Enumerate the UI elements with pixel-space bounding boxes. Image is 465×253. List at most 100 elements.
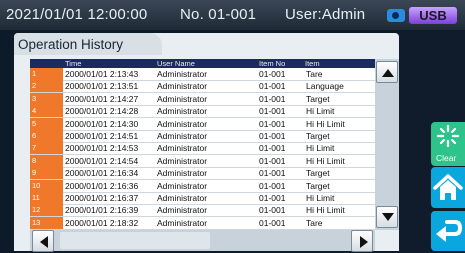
camera-icon [387, 9, 405, 22]
cell-user: Administrator [157, 106, 208, 117]
cell-user: Administrator [157, 69, 208, 79]
cell-time: 2000/01/01 2:13:43 [65, 69, 139, 79]
clear-label: Clear [436, 153, 457, 163]
row-number: 6 [30, 130, 63, 142]
cell-item: Tare [306, 217, 323, 228]
cell-item-no: 01-001 [259, 180, 286, 191]
row-number: 9 [30, 167, 63, 180]
table-row[interactable]: 13 2000/01/01 2:18:32 Administrator 01-001 T… [30, 216, 375, 230]
scroll-up-button[interactable] [376, 61, 398, 83]
datetime-text: 2021/01/01 12:00:00 [6, 6, 148, 23]
cell-item-no: 01-001 [259, 217, 286, 228]
cell-item-no: 01-001 [259, 106, 286, 117]
cell-item: Target [306, 131, 330, 141]
cell-user: Administrator [157, 168, 208, 179]
cell-user: Administrator [157, 143, 208, 154]
cell-item-no: 01-001 [259, 118, 286, 129]
cell-item: Hi Limit [306, 193, 335, 203]
cell-time: 2000/01/01 2:14:30 [65, 118, 139, 129]
cell-time: 2000/01/01 2:13:51 [65, 81, 139, 92]
panel-title-tab: Operation History [14, 33, 162, 55]
cell-item-no: 01-001 [259, 143, 286, 154]
cell-user: Administrator [157, 180, 208, 191]
table-row[interactable]: 2 2000/01/01 2:13:51 Administrator 01-001 La… [30, 80, 375, 94]
cell-item: Hi Limit [306, 106, 335, 117]
row-number: 1 [30, 68, 63, 80]
table-row[interactable]: 8 2000/01/01 2:14:54 Administrator 01-001 Hi… [30, 154, 375, 168]
scroll-left-button[interactable] [32, 230, 54, 252]
table-row[interactable]: 7 2000/01/01 2:14:53 Administrator 01-001 Hi… [30, 142, 375, 156]
table-row[interactable]: 5 2000/01/01 2:14:30 Administrator 01-001 Hi… [30, 117, 375, 131]
column-header-time: Time [63, 59, 155, 68]
usb-badge: USB [409, 7, 457, 24]
clear-sparkle-icon [436, 124, 460, 148]
scroll-down-button[interactable] [376, 206, 398, 228]
page-title: Operation History [18, 37, 124, 52]
triangle-up-icon [382, 69, 394, 77]
cell-item: Target [306, 180, 330, 191]
column-header-item-no: Item No [257, 59, 303, 68]
cell-item: Hi Hi Limit [306, 205, 345, 216]
cell-item: Hi Limit [306, 143, 335, 154]
cell-item: Language [306, 81, 344, 92]
cell-item-no: 01-001 [259, 81, 286, 92]
triangle-left-icon [40, 236, 48, 248]
cell-item-no: 01-001 [259, 69, 286, 79]
cell-time: 2000/01/01 2:18:32 [65, 217, 139, 228]
cell-item-no: 01-001 [259, 168, 286, 179]
cell-time: 2000/01/01 2:14:28 [65, 106, 139, 117]
cell-time: 2000/01/01 2:16:37 [65, 193, 139, 203]
cell-item-no: 01-001 [259, 155, 286, 166]
table-row[interactable]: 1 2000/01/01 2:13:43 Administrator 01-001 Ta… [30, 68, 375, 81]
table-row[interactable]: 6 2000/01/01 2:14:51 Administrator 01-001 Ta… [30, 130, 375, 143]
user-text: User:Admin [285, 6, 366, 23]
vertical-scrollbar[interactable] [375, 59, 399, 230]
row-number: 11 [30, 192, 63, 204]
scroll-thumb[interactable] [60, 232, 210, 249]
home-button[interactable] [431, 167, 465, 208]
cell-item: Hi Hi Limit [306, 155, 345, 166]
table-row[interactable]: 11 2000/01/01 2:16:37 Administrator 01-001 H… [30, 192, 375, 205]
cell-time: 2000/01/01 2:14:54 [65, 155, 139, 166]
cell-user: Administrator [157, 81, 208, 92]
cell-item: Target [306, 168, 330, 179]
triangle-right-icon [360, 236, 368, 248]
cell-time: 2000/01/01 2:16:36 [65, 180, 139, 191]
cell-item-no: 01-001 [259, 205, 286, 216]
cell-user: Administrator [157, 193, 208, 203]
table-row[interactable]: 3 2000/01/01 2:14:27 Administrator 01-001 Ta… [30, 92, 375, 106]
status-bar: 2021/01/01 12:00:00 No. 01-001 User:Admi… [0, 0, 465, 30]
cell-user: Administrator [157, 93, 208, 104]
cell-time: 2000/01/01 2:16:39 [65, 205, 139, 216]
column-header-number [30, 59, 63, 68]
cell-user: Administrator [157, 118, 208, 129]
row-number: 4 [30, 105, 63, 118]
row-number: 10 [30, 179, 63, 192]
cell-item: Hi Hi Limit [306, 118, 345, 129]
horizontal-scrollbar[interactable] [30, 230, 375, 252]
cell-time: 2000/01/01 2:16:34 [65, 168, 139, 179]
scroll-right-button[interactable] [351, 230, 373, 252]
cell-user: Administrator [157, 155, 208, 166]
back-button[interactable] [431, 211, 465, 251]
table-row[interactable]: 10 2000/01/01 2:16:36 Administrator 01-001 T… [30, 179, 375, 193]
cell-item: Target [306, 93, 330, 104]
home-icon [433, 174, 463, 200]
device-number-text: No. 01-001 [180, 6, 257, 23]
table-row[interactable]: 12 2000/01/01 2:16:39 Administrator 01-001 H… [30, 204, 375, 218]
return-arrow-icon [436, 220, 463, 242]
row-number: 13 [30, 216, 63, 229]
row-number: 2 [30, 80, 63, 93]
table-row[interactable]: 4 2000/01/01 2:14:28 Administrator 01-001 Hi… [30, 105, 375, 119]
column-header-user: User Name [155, 59, 257, 68]
cell-item-no: 01-001 [259, 131, 286, 141]
cell-user: Administrator [157, 217, 208, 228]
table-row[interactable]: 9 2000/01/01 2:16:34 Administrator 01-001 Ta… [30, 167, 375, 181]
cell-time: 2000/01/01 2:14:51 [65, 131, 139, 141]
cell-item: Tare [306, 69, 323, 79]
clear-button[interactable]: Clear [431, 122, 465, 166]
cell-time: 2000/01/01 2:14:27 [65, 93, 139, 104]
cell-time: 2000/01/01 2:14:53 [65, 143, 139, 154]
row-number: 5 [30, 117, 63, 130]
cell-user: Administrator [157, 131, 208, 141]
